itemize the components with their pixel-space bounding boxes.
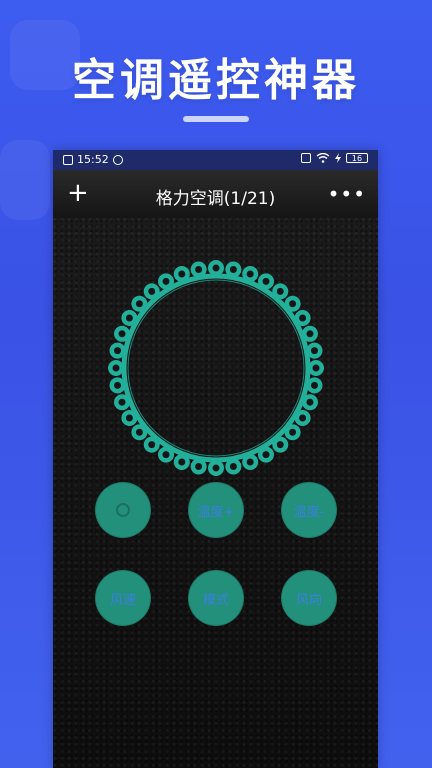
ring-scallop-hole [310, 347, 318, 355]
ring-scallop-hole [312, 364, 320, 372]
wind-direction-button[interactable]: 风向 [281, 570, 337, 626]
ring-scallop-hole [262, 451, 270, 459]
ring-scallop-hole [125, 414, 133, 422]
display-ring [108, 260, 324, 476]
ring-scallop-hole [112, 364, 120, 372]
battery-icon: 16 [346, 153, 368, 163]
ring-scallop-hole [306, 398, 314, 406]
temp-down-button[interactable]: 温度- [281, 482, 337, 538]
ring-scallop-hole [135, 300, 143, 308]
phone-screen: 15:52 16 + 格力空调(1/21) ••• 温度+ 温度- 风速 模式 … [53, 150, 378, 768]
ring-scallop-hole [212, 464, 220, 472]
ring-scallop-hole [276, 287, 284, 295]
ring-scallop-hole [162, 451, 170, 459]
power-icon [116, 503, 130, 517]
ring-scallop-hole [289, 300, 297, 308]
banner-headline: 空调遥控神器 [72, 55, 360, 106]
ring-scallop-hole [125, 314, 133, 322]
wifi-icon [316, 153, 330, 163]
ring-scallop-hole [195, 462, 203, 470]
ring-scallop-hole [178, 270, 186, 278]
notification-icon [63, 154, 73, 165]
ring-scallop-hole [118, 398, 126, 406]
ring-scallop-hole [135, 428, 143, 436]
ring-scallop-hole [276, 441, 284, 449]
ring-scallop-hole [212, 264, 220, 272]
ring-scallop-hole [310, 381, 318, 389]
banner-underline [183, 116, 249, 122]
ring-scallop-hole [178, 458, 186, 466]
ring-scallop-hole [148, 287, 156, 295]
ring-scallop-hole [114, 381, 122, 389]
ring-scallop-hole [262, 277, 270, 285]
remote-panel: 温度+ 温度- 风速 模式 风向 [53, 218, 378, 768]
more-menu-button[interactable]: ••• [328, 182, 366, 206]
ring-scallop-hole [306, 330, 314, 338]
app-header: + 格力空调(1/21) ••• [53, 170, 378, 218]
ring-scallop-hole [299, 314, 307, 322]
ring-scallop-hole [229, 266, 237, 274]
ring-scallop-hole [195, 266, 203, 274]
ring-scallop-hole [229, 462, 237, 470]
app-status-icon [112, 154, 123, 165]
ring-scallop-hole [114, 347, 122, 355]
ring-scallop-hole [118, 330, 126, 338]
ring-scallop-hole [246, 458, 254, 466]
status-bar: 15:52 16 [53, 150, 378, 170]
mode-button[interactable]: 模式 [188, 570, 244, 626]
ring-scallop-hole [246, 270, 254, 278]
charging-icon [335, 153, 341, 163]
fan-speed-button[interactable]: 风速 [95, 570, 151, 626]
temp-up-button[interactable]: 温度+ [188, 482, 244, 538]
status-time: 15:52 [77, 153, 109, 166]
ring-scallop-hole [148, 441, 156, 449]
ring-scallop-hole [289, 428, 297, 436]
power-button[interactable] [95, 482, 151, 538]
mute-icon [301, 153, 311, 163]
ring-scallop-hole [299, 414, 307, 422]
ring-scallop-hole [162, 277, 170, 285]
background-decoration [0, 140, 50, 220]
